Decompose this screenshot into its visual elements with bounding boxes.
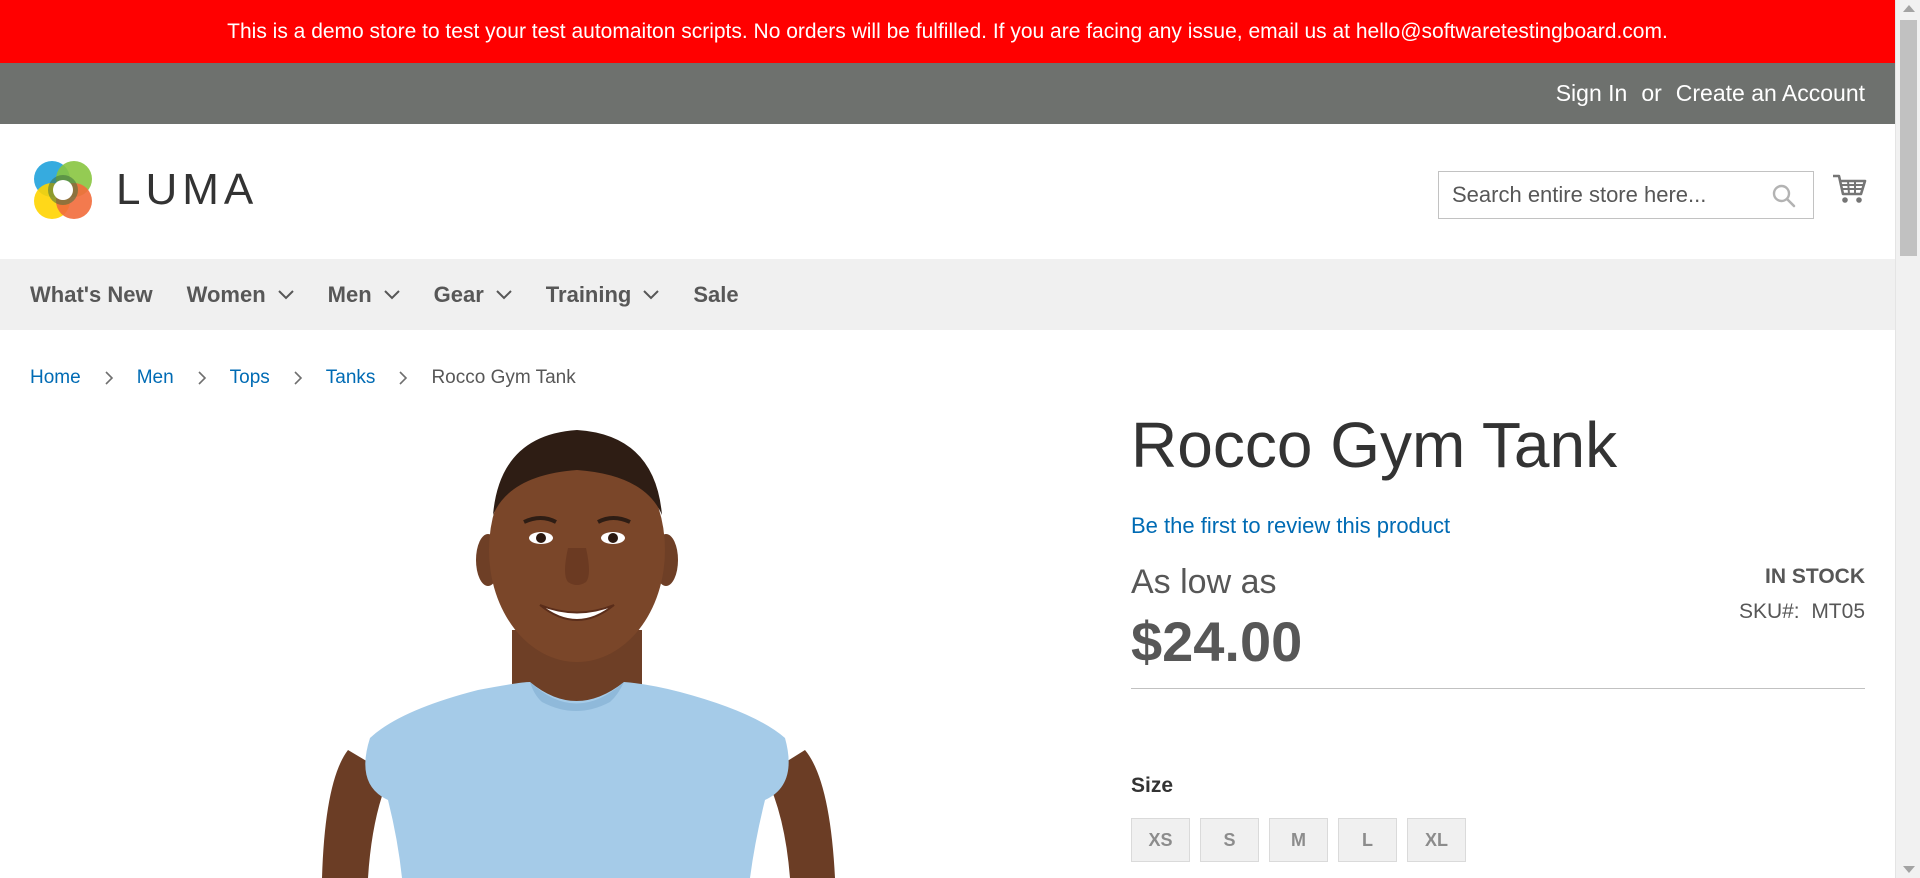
search-icon[interactable] [1771, 183, 1797, 209]
nav-item-label: Men [327, 281, 372, 307]
size-option-m[interactable]: M [1269, 818, 1328, 862]
store-logo[interactable]: LUMA [30, 157, 258, 223]
nav-item-label: Gear [433, 281, 484, 307]
search-input[interactable] [1452, 182, 1762, 208]
nav-item-sale[interactable]: Sale [693, 282, 738, 308]
create-account-link[interactable]: Create an Account [1676, 80, 1865, 107]
demo-notice-text: This is a demo store to test your test a… [227, 19, 1668, 43]
nav-item-label: What's New [30, 281, 153, 307]
chevron-down-icon [277, 289, 294, 299]
demo-notice-banner: This is a demo store to test your test a… [0, 0, 1895, 63]
breadcrumb-tops[interactable]: Tops [230, 367, 270, 389]
vertical-scrollbar[interactable] [1895, 0, 1920, 878]
product-info: Rocco Gym Tank Be the first to review th… [1131, 409, 1865, 862]
logo-text: LUMA [116, 165, 259, 214]
page: This is a demo store to test your test a… [0, 0, 1895, 878]
scrollbar-thumb[interactable] [1900, 20, 1917, 256]
divider [1131, 688, 1865, 689]
size-swatches: XS S M L XL [1131, 818, 1466, 862]
luma-logo-icon [34, 161, 92, 219]
chevron-right-icon [294, 371, 302, 385]
main-navigation: What's New Women Men Gear Training Sale [0, 259, 1895, 330]
product-photo [322, 430, 835, 878]
nav-item-label: Women [186, 281, 266, 307]
breadcrumb: Home Men Tops Tanks Rocco Gym Tank [30, 367, 576, 389]
shopping-cart-icon[interactable] [1831, 170, 1867, 206]
scroll-up-arrow-icon[interactable] [1903, 5, 1915, 12]
size-label: Size [1131, 774, 1174, 797]
product-image[interactable] [250, 420, 910, 878]
header-content: LUMA [0, 124, 1895, 259]
nav-item-label: Training [545, 281, 632, 307]
nav-item-whats-new[interactable]: What's New [30, 282, 153, 308]
nav-item-gear[interactable]: Gear [434, 282, 512, 308]
review-link[interactable]: Be the first to review this product [1131, 513, 1450, 539]
breadcrumb-men[interactable]: Men [137, 367, 174, 389]
chevron-right-icon [399, 371, 408, 385]
nav-item-men[interactable]: Men [328, 282, 400, 308]
nav-item-women[interactable]: Women [187, 282, 294, 308]
breadcrumb-home[interactable]: Home [30, 367, 81, 389]
sku-label: SKU#: [1738, 600, 1800, 623]
chevron-down-icon [496, 289, 512, 299]
breadcrumb-tanks[interactable]: Tanks [326, 367, 376, 389]
search-box [1438, 171, 1814, 219]
chevron-down-icon [643, 289, 660, 299]
scroll-down-arrow-icon[interactable] [1903, 866, 1915, 873]
product-price: $24.00 [1131, 610, 1303, 673]
nav-item-training[interactable]: Training [546, 282, 660, 308]
or-text: or [1641, 80, 1662, 106]
size-option-xl[interactable]: XL [1407, 818, 1466, 862]
product-sku: SKU#: MT05 [1739, 600, 1865, 624]
size-option-l[interactable]: L [1338, 818, 1397, 862]
chevron-right-icon [105, 371, 113, 385]
panel-header: Sign In or Create an Account [0, 63, 1895, 124]
nav-item-label: Sale [693, 281, 739, 307]
price-label: As low as [1131, 563, 1277, 601]
stock-status: IN STOCK [1765, 565, 1865, 588]
breadcrumb-current: Rocco Gym Tank [431, 367, 576, 388]
chevron-down-icon [383, 289, 400, 299]
sku-value: MT05 [1811, 600, 1865, 623]
chevron-right-icon [198, 371, 206, 385]
sign-in-link[interactable]: Sign In [1556, 80, 1628, 107]
size-option-s[interactable]: S [1200, 818, 1259, 862]
page-title: Rocco Gym Tank [1131, 409, 1618, 481]
size-option-xs[interactable]: XS [1131, 818, 1190, 862]
